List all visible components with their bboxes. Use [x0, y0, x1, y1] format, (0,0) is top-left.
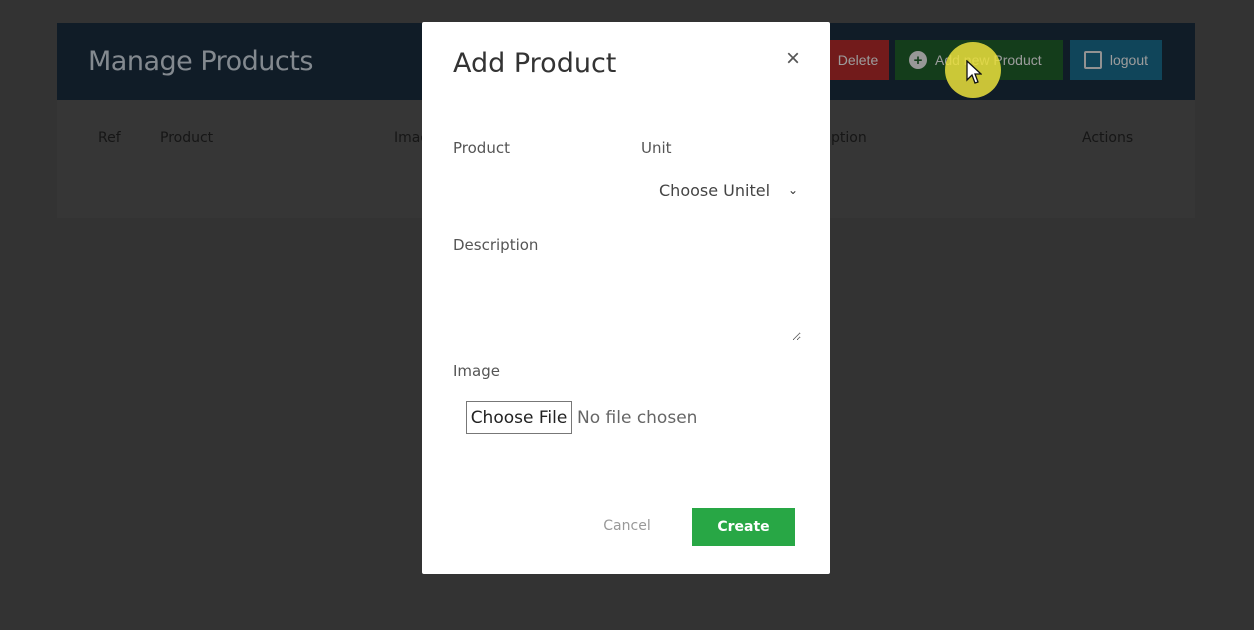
image-label: Image: [453, 362, 500, 380]
product-label: Product: [453, 139, 510, 157]
file-status: No file chosen: [577, 408, 698, 428]
description-label: Description: [453, 236, 539, 254]
unit-select[interactable]: Choose Unitel ⌄: [647, 174, 831, 206]
unit-label: Unit: [641, 139, 672, 157]
add-product-modal: Add Product × Product Unit Choose Unitel…: [422, 22, 830, 574]
modal-title: Add Product: [453, 48, 617, 79]
cancel-button[interactable]: Cancel: [592, 510, 662, 542]
description-textarea[interactable]: [453, 267, 801, 341]
mouse-pointer-icon: [966, 60, 982, 84]
chevron-down-icon: ⌄: [788, 183, 799, 197]
product-input[interactable]: [453, 182, 627, 212]
choose-file-button[interactable]: Choose File: [466, 401, 572, 434]
unit-selected-value: Choose Unitel: [659, 180, 771, 200]
close-icon[interactable]: ×: [782, 47, 804, 71]
create-button[interactable]: Create: [692, 508, 795, 546]
